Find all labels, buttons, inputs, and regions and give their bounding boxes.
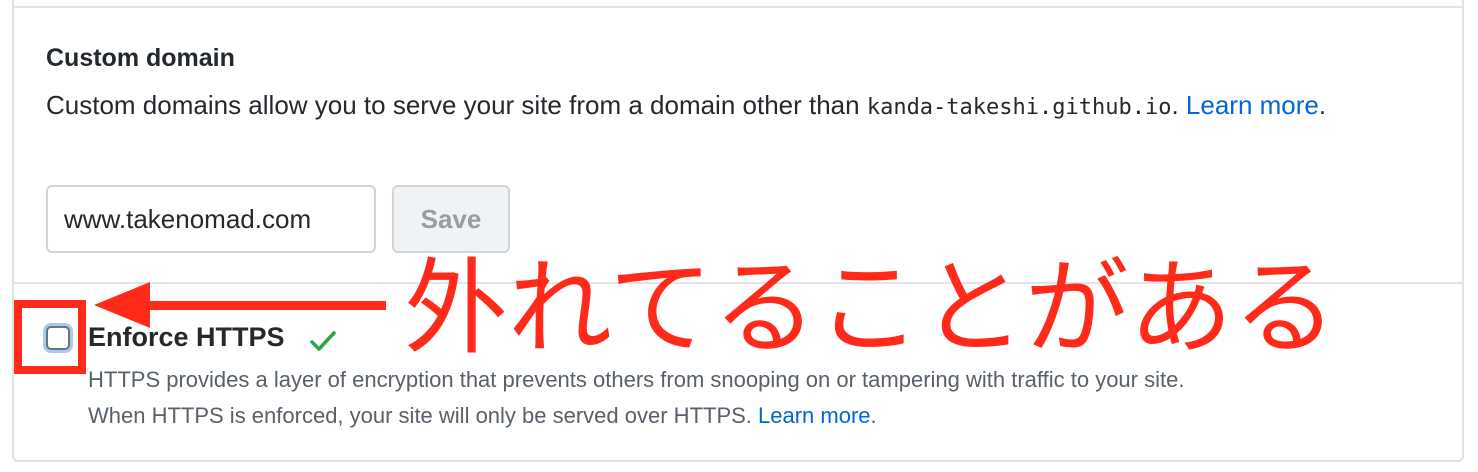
annotation-arrow-icon [94, 282, 386, 328]
enforce-https-learn-more-link[interactable]: Learn more [758, 403, 871, 428]
section-divider-top [14, 6, 1464, 8]
custom-domain-learn-more-link[interactable]: Learn more [1186, 90, 1319, 120]
description-period: . [1318, 90, 1327, 120]
description-suffix: . [1171, 90, 1186, 120]
custom-domain-input[interactable] [46, 185, 376, 253]
custom-domain-description: Custom domains allow you to serve your s… [46, 84, 1416, 129]
custom-domain-title: Custom domain [46, 44, 235, 72]
default-domain: kanda-takeshi.github.io [866, 95, 1172, 120]
description-prefix: Custom domains allow you to serve your s… [46, 90, 867, 120]
https-description-text: When HTTPS is enforced, your site will o… [88, 403, 759, 428]
annotation-highlight-box [14, 300, 86, 374]
https-description-line2: When HTTPS is enforced, your site will o… [88, 398, 1458, 434]
annotation-text: 外れてることがある [404, 247, 1337, 369]
check-icon [310, 331, 336, 351]
https-description-period: . [870, 403, 877, 428]
save-button[interactable]: Save [392, 185, 510, 253]
enforce-https-description: HTTPS provides a layer of encryption tha… [88, 362, 1458, 434]
